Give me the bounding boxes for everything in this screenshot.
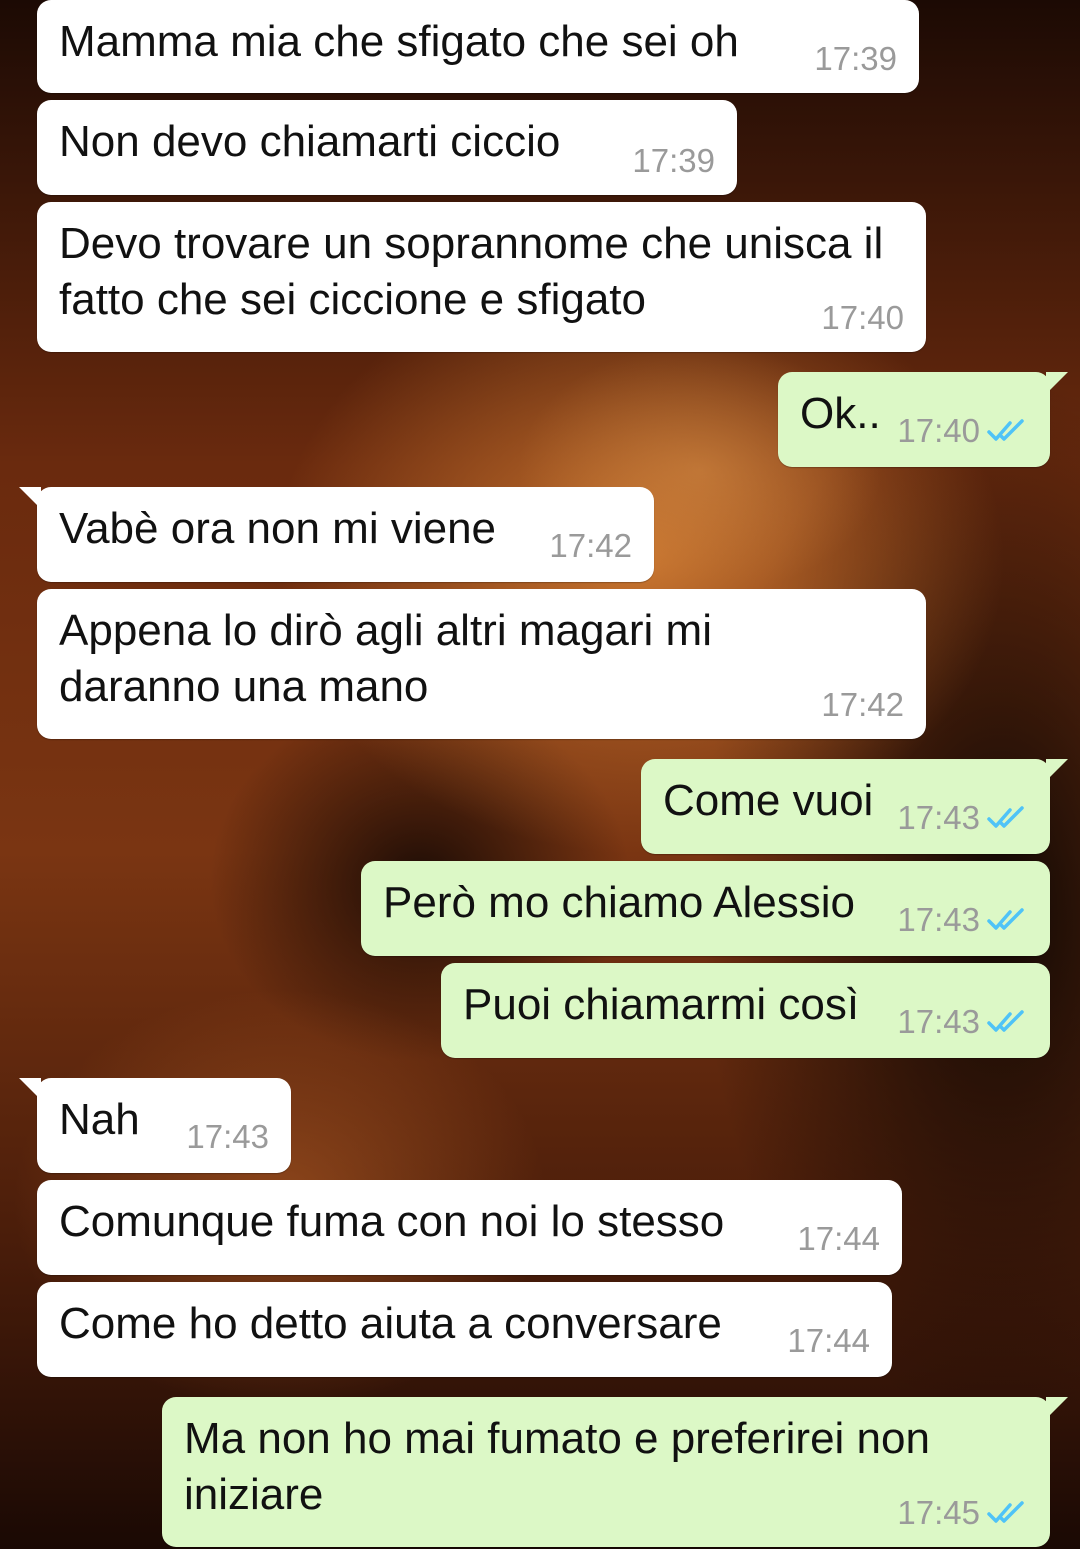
message-meta: 17:40: [821, 298, 904, 338]
message-bubble-incoming[interactable]: Vabè ora non mi viene 17:42: [19, 487, 654, 582]
message-meta: 17:39: [632, 141, 715, 181]
message-text: Come ho detto aiuta a conversare: [59, 1299, 722, 1348]
message-meta: 17:43: [186, 1117, 269, 1157]
double-check-icon: [987, 806, 1024, 828]
message-meta: 17:44: [797, 1219, 880, 1259]
message-text: Appena lo dirò agli altri magari mi dara…: [59, 606, 725, 711]
message-bubble-incoming[interactable]: Appena lo dirò agli altri magari mi dara…: [37, 589, 926, 739]
message-time: 17:42: [549, 527, 632, 564]
message-text: Non devo chiamarti ciccio: [59, 117, 561, 166]
message-bubble-incoming[interactable]: Come ho detto aiuta a conversare 17:44: [37, 1282, 892, 1377]
message-meta: 17:42: [549, 526, 632, 566]
message-text: Devo trovare un soprannome che unisca il…: [59, 219, 896, 324]
message-bubble-incoming[interactable]: Devo trovare un soprannome che unisca il…: [37, 202, 926, 352]
message-meta: 17:43: [897, 1002, 1028, 1042]
message-time: 17:44: [797, 1220, 880, 1257]
bubble-tail: [1046, 372, 1068, 394]
message-time: 17:39: [814, 40, 897, 77]
message-meta: 17:40: [897, 411, 1028, 451]
message-bubble-outgoing[interactable]: Ma non ho mai fumato e preferirei non in…: [162, 1397, 1068, 1547]
double-check-icon: [987, 1010, 1024, 1032]
double-check-icon: [987, 908, 1024, 930]
message-bubble-outgoing[interactable]: Come vuoi 17:43: [641, 759, 1068, 854]
message-time: 17:43: [897, 901, 980, 938]
double-check-icon: [987, 419, 1024, 441]
message-meta: 17:44: [787, 1321, 870, 1361]
message-bubble-incoming[interactable]: Comunque fuma con noi lo stesso 17:44: [37, 1180, 902, 1275]
message-time: 17:45: [897, 1494, 980, 1531]
message-bubble-incoming[interactable]: Mamma mia che sfigato che sei oh 17:39: [37, 0, 919, 93]
bubble-tail: [1046, 759, 1068, 781]
message-time: 17:40: [897, 412, 980, 449]
bubble-tail: [1046, 1397, 1068, 1419]
message-time: 17:40: [821, 299, 904, 336]
message-time: 17:43: [186, 1118, 269, 1155]
bubble-tail: [19, 1078, 41, 1100]
message-text: Comunque fuma con noi lo stesso: [59, 1197, 725, 1246]
message-time: 17:43: [897, 1003, 980, 1040]
message-time: 17:44: [787, 1322, 870, 1359]
message-text: Vabè ora non mi viene: [59, 504, 497, 553]
message-text: Mamma mia che sfigato che sei oh: [59, 17, 739, 66]
message-time: 17:42: [821, 686, 904, 723]
double-check-icon: [987, 1501, 1024, 1523]
message-bubble-outgoing[interactable]: Però mo chiamo Alessio 17:43: [361, 861, 1050, 956]
message-meta: 17:39: [814, 39, 897, 79]
message-meta: 17:42: [821, 685, 904, 725]
bubble-tail: [19, 487, 41, 509]
message-bubble-outgoing[interactable]: Puoi chiamarmi così 17:43: [441, 963, 1050, 1058]
message-time: 17:43: [897, 799, 980, 836]
message-bubble-incoming[interactable]: Nah 17:43: [19, 1078, 291, 1173]
message-time: 17:39: [632, 142, 715, 179]
message-bubble-outgoing[interactable]: Ok.. 17:40: [778, 372, 1068, 467]
message-bubble-incoming[interactable]: Non devo chiamarti ciccio 17:39: [37, 100, 737, 195]
message-meta: 17:45: [897, 1493, 1028, 1533]
message-meta: 17:43: [897, 798, 1028, 838]
message-meta: 17:43: [897, 900, 1028, 940]
